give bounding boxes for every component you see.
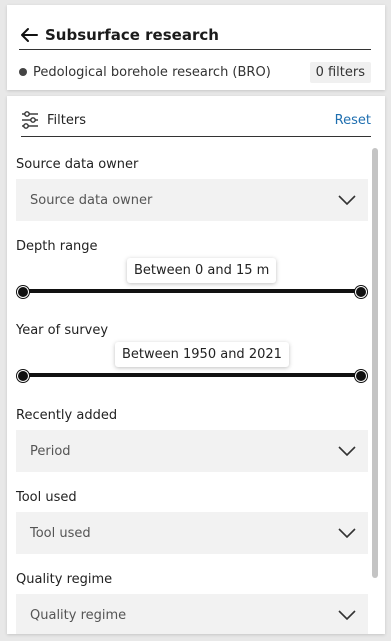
bullet-dot-icon [19, 68, 27, 76]
filters-header: Filters Reset [21, 106, 371, 134]
slider-min-handle[interactable] [17, 286, 29, 298]
tool-used-label: Tool used [16, 490, 77, 505]
quality-regime-select[interactable]: Quality regime [16, 594, 368, 634]
sliders-icon [22, 111, 38, 129]
year-of-survey-slider[interactable]: Between 1950 and 2021 [16, 342, 368, 382]
slider-max-handle[interactable] [355, 370, 367, 382]
source-owner-select[interactable]: Source data owner [16, 179, 368, 221]
recently-added-value: Period [30, 443, 71, 459]
recently-added-label: Recently added [16, 408, 118, 423]
tool-used-select[interactable]: Tool used [16, 512, 368, 554]
source-owner-label: Source data owner [16, 157, 139, 172]
year-of-survey-tooltip: Between 1950 and 2021 [115, 342, 289, 367]
page-title: Subsurface research [45, 26, 219, 44]
dataset-name: Pedological borehole research (BRO) [33, 64, 271, 80]
filter-count-badge: 0 filters [309, 61, 371, 83]
chevron-down-icon [338, 610, 356, 620]
chevron-down-icon [338, 446, 356, 456]
back-row[interactable]: Subsurface research [19, 23, 219, 47]
chevron-down-icon [338, 195, 356, 205]
header-panel: Subsurface research Pedological borehole… [7, 5, 385, 90]
filters-panel: Filters Reset Source data owner Source d… [7, 96, 385, 634]
recently-added-select[interactable]: Period [16, 430, 368, 472]
depth-range-tooltip: Between 0 and 15 m [127, 258, 277, 283]
quality-regime-value: Quality regime [30, 607, 127, 623]
divider [19, 49, 371, 50]
depth-range-label: Depth range [16, 239, 98, 254]
chevron-down-icon [338, 528, 356, 538]
tool-used-value: Tool used [30, 525, 91, 541]
arrow-left-icon[interactable] [19, 27, 39, 43]
depth-range-slider[interactable]: Between 0 and 15 m [16, 258, 368, 298]
quality-regime-label: Quality regime [16, 572, 113, 587]
year-of-survey-label: Year of survey [16, 323, 109, 338]
scrollbar[interactable] [372, 148, 378, 578]
slider-max-handle[interactable] [355, 286, 367, 298]
slider-track [22, 373, 362, 377]
slider-min-handle[interactable] [17, 370, 29, 382]
subject-row: Pedological borehole research (BRO) 0 fi… [19, 60, 371, 84]
source-owner-value: Source data owner [30, 192, 153, 208]
reset-link[interactable]: Reset [335, 113, 371, 128]
divider [21, 136, 371, 137]
filters-heading: Filters [47, 112, 86, 128]
slider-track [22, 289, 362, 293]
